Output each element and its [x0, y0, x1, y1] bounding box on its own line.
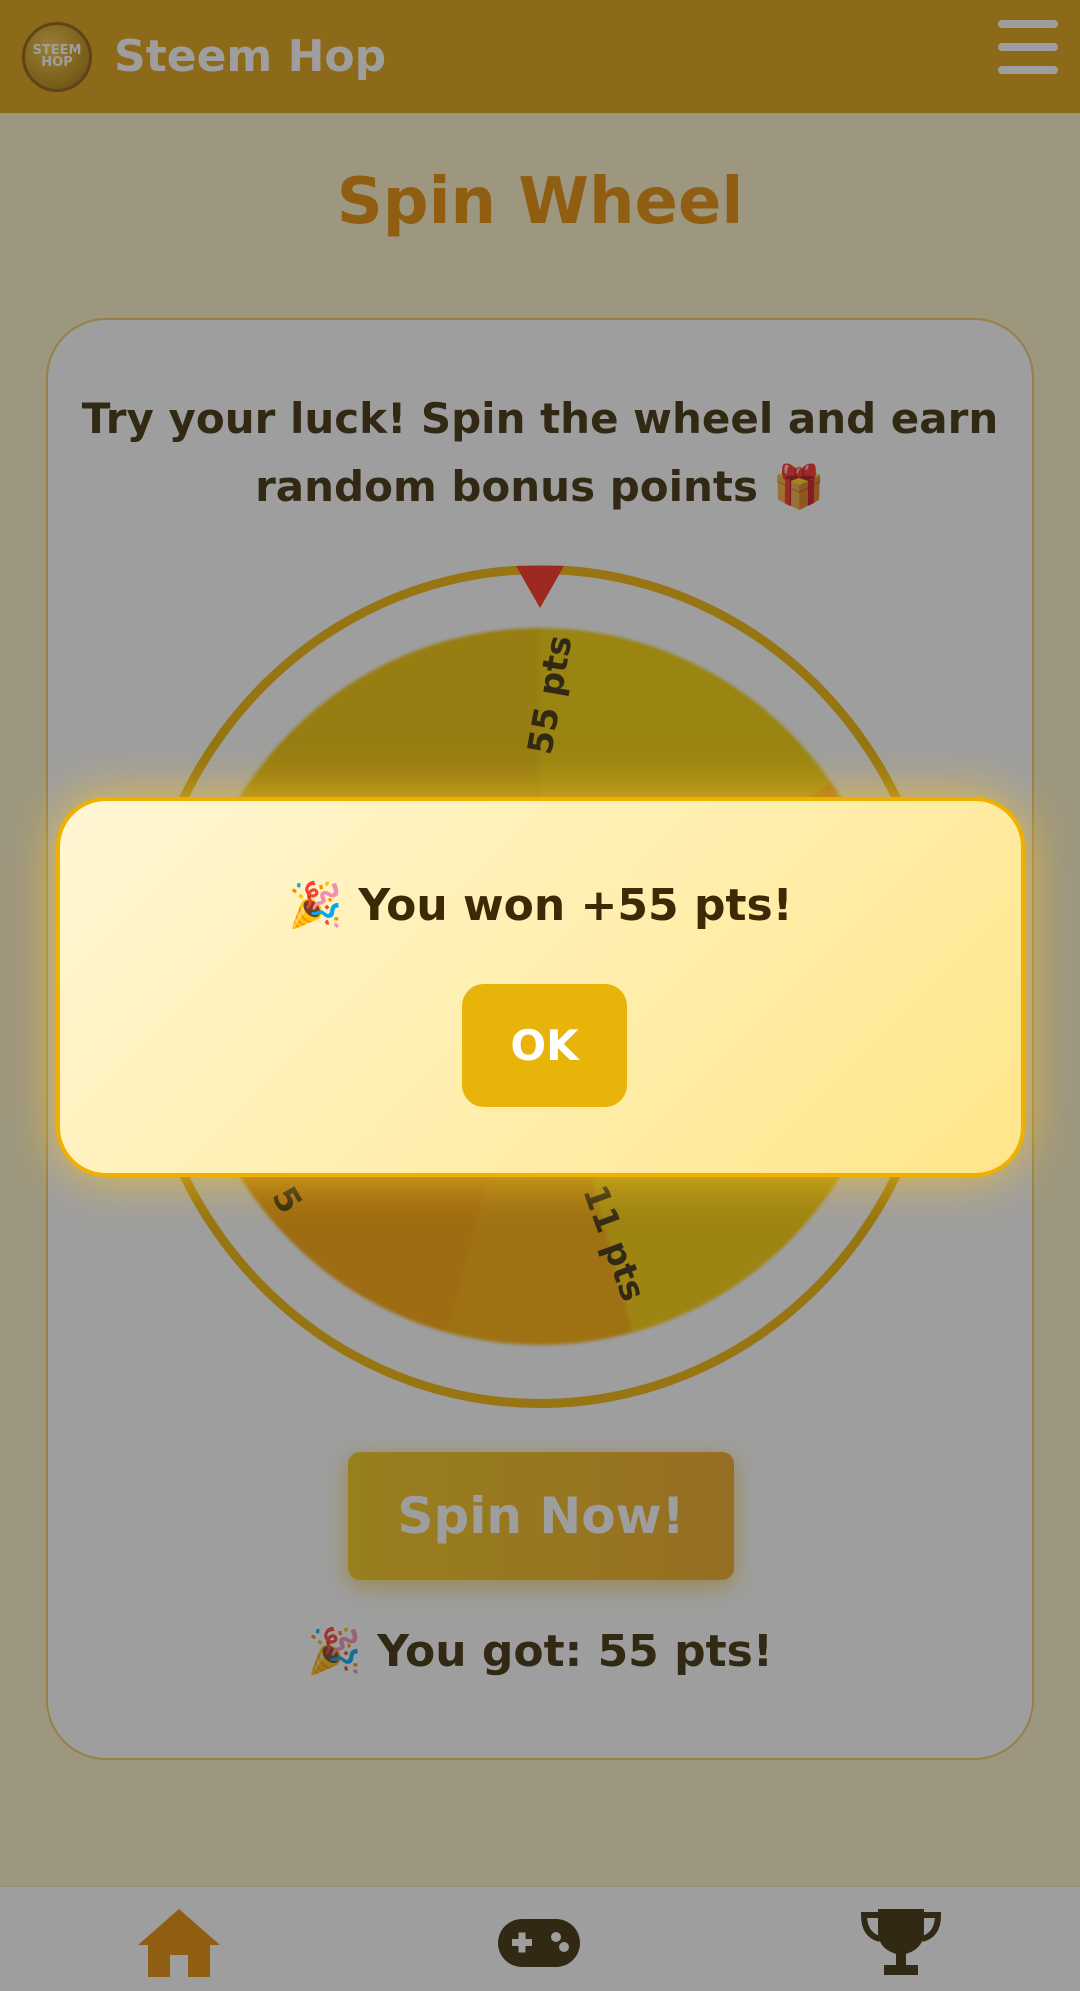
- win-message: 🎉 You won +55 pts!: [288, 880, 793, 931]
- win-dialog: 🎉 You won +55 pts! OK: [56, 797, 1025, 1177]
- ok-button[interactable]: OK: [462, 984, 627, 1107]
